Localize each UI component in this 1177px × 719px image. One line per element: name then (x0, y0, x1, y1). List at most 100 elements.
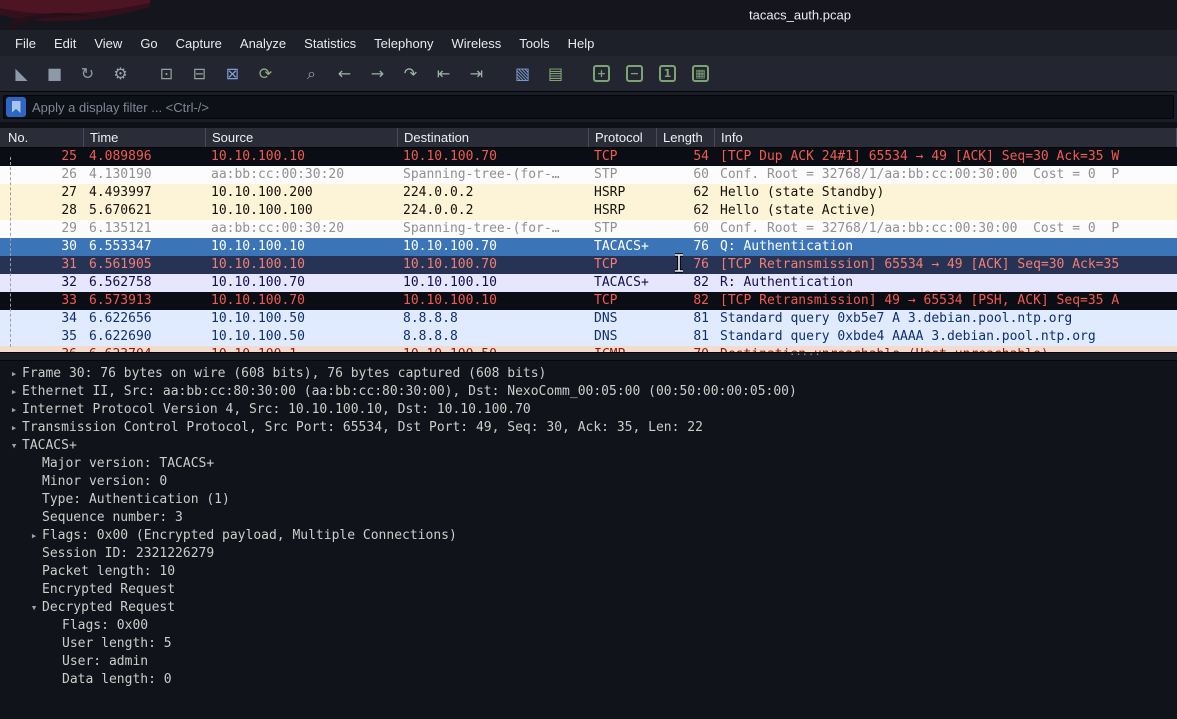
cell-source: 10.10.100.100 (206, 202, 398, 220)
zoom-out-button[interactable]: − (621, 61, 648, 87)
colorize-packets-icon: ▧ (515, 64, 530, 83)
cell-info: Conf. Root = 32768/1/aa:bb:cc:00:30:00 C… (715, 220, 1177, 238)
menu-telephony[interactable]: Telephony (365, 32, 442, 55)
filter-bookmark-button[interactable] (6, 97, 26, 117)
detail-line[interactable]: Flags: 0x00 (0, 617, 1177, 635)
cell-time: 6.573913 (84, 292, 206, 310)
detail-line[interactable]: Data length: 0 (0, 671, 1177, 689)
packet-row-31[interactable]: 316.56190510.10.100.1010.10.100.70TCP76[… (0, 256, 1177, 274)
cell-destination: 224.0.0.2 (398, 184, 589, 202)
packet-row-34[interactable]: 346.62265610.10.100.508.8.8.8DNS81Standa… (0, 310, 1177, 328)
packet-row-33[interactable]: 336.57391310.10.100.7010.10.100.10TCP82[… (0, 292, 1177, 310)
detail-text: Packet length: 10 (42, 563, 175, 581)
column-header-source[interactable]: Source (206, 128, 398, 147)
expanded-expander-icon[interactable]: ▾ (6, 437, 22, 455)
detail-line[interactable]: User length: 5 (0, 635, 1177, 653)
cell-protocol: DNS (589, 310, 657, 328)
start-capture-button[interactable]: ◣ (8, 61, 35, 87)
menu-help[interactable]: Help (559, 32, 604, 55)
cell-no: 26 (0, 166, 84, 184)
detail-text: Major version: TACACS+ (42, 455, 214, 473)
cell-protocol: TCP (589, 148, 657, 166)
resize-columns-button[interactable]: ▦ (687, 61, 714, 87)
colorize-packets-button[interactable]: ▧ (509, 61, 536, 87)
resize-columns-icon: ▦ (692, 65, 709, 82)
menu-statistics[interactable]: Statistics (295, 32, 365, 55)
detail-line[interactable]: ▾TACACS+ (0, 437, 1177, 455)
cell-length: 60 (657, 166, 715, 184)
cell-info: [TCP Retransmission] 49 → 65534 [PSH, AC… (715, 292, 1177, 310)
go-to-packet-button[interactable]: ↷ (397, 61, 424, 87)
packet-list-header: No.TimeSourceDestinationProtocolLengthIn… (0, 128, 1177, 148)
expander-spacer (46, 653, 62, 671)
column-header-length[interactable]: Length (657, 128, 715, 147)
packet-row-29[interactable]: 296.135121aa:bb:cc:00:30:20Spanning-tree… (0, 220, 1177, 238)
capture-options-button[interactable]: ⚙ (107, 61, 134, 87)
menu-edit[interactable]: Edit (45, 32, 85, 55)
find-packet-button[interactable]: ⌕ (298, 61, 325, 87)
packet-row-26[interactable]: 264.130190aa:bb:cc:00:30:20Spanning-tree… (0, 166, 1177, 184)
pane-splitter[interactable]: ····· (0, 352, 1177, 361)
collapsed-expander-icon[interactable]: ▸ (26, 527, 42, 545)
detail-line[interactable]: ▸Flags: 0x00 (Encrypted payload, Multipl… (0, 527, 1177, 545)
menu-wireless[interactable]: Wireless (442, 32, 510, 55)
main-toolbar: ◣■↻⚙ ⊡⊟⊠⟳ ⌕←→↷⇤⇥ ▧ ▤ +−1 ▦ (0, 56, 1177, 92)
column-header-destination[interactable]: Destination (398, 128, 589, 147)
packet-row-28[interactable]: 285.67062110.10.100.100224.0.0.2HSRP62He… (0, 202, 1177, 220)
packet-row-35[interactable]: 356.62269010.10.100.508.8.8.8DNS81Standa… (0, 328, 1177, 346)
collapsed-expander-icon[interactable]: ▸ (6, 383, 22, 401)
last-packet-button[interactable]: ⇥ (463, 61, 490, 87)
detail-text: Data length: 0 (62, 671, 172, 689)
cell-protocol: HSRP (589, 202, 657, 220)
detail-line[interactable]: Major version: TACACS+ (0, 455, 1177, 473)
detail-line[interactable]: Type: Authentication (1) (0, 491, 1177, 509)
go-back-button[interactable]: ← (331, 61, 358, 87)
wireshark-logo-art (0, 0, 150, 30)
stop-capture-button[interactable]: ■ (41, 61, 68, 87)
menu-tools[interactable]: Tools (510, 32, 558, 55)
menu-view[interactable]: View (85, 32, 131, 55)
auto-scroll-button[interactable]: ▤ (542, 61, 569, 87)
menu-file[interactable]: File (6, 32, 45, 55)
packet-row-32[interactable]: 326.56275810.10.100.7010.10.100.10TACACS… (0, 274, 1177, 292)
reload-file-button[interactable]: ⟳ (252, 61, 279, 87)
column-header-protocol[interactable]: Protocol (589, 128, 657, 147)
go-forward-button[interactable]: → (364, 61, 391, 87)
detail-line[interactable]: ▸Internet Protocol Version 4, Src: 10.10… (0, 401, 1177, 419)
detail-line[interactable]: Packet length: 10 (0, 563, 1177, 581)
cell-length: 81 (657, 310, 715, 328)
detail-line[interactable]: Minor version: 0 (0, 473, 1177, 491)
detail-line[interactable]: Encrypted Request (0, 581, 1177, 599)
open-file-button[interactable]: ⊡ (153, 61, 180, 87)
splitter-grip[interactable]: ····· (790, 349, 822, 358)
cell-destination: 10.10.100.70 (398, 256, 589, 274)
restart-capture-button[interactable]: ↻ (74, 61, 101, 87)
display-filter-input[interactable] (32, 100, 1173, 115)
detail-line[interactable]: ▾Decrypted Request (0, 599, 1177, 617)
menu-analyze[interactable]: Analyze (231, 32, 295, 55)
column-header-info[interactable]: Info (715, 128, 1177, 147)
detail-line[interactable]: ▸Transmission Control Protocol, Src Port… (0, 419, 1177, 437)
detail-line[interactable]: Session ID: 2321226279 (0, 545, 1177, 563)
expanded-expander-icon[interactable]: ▾ (26, 599, 42, 617)
detail-line[interactable]: ▸Frame 30: 76 bytes on wire (608 bits), … (0, 365, 1177, 383)
first-packet-button[interactable]: ⇤ (430, 61, 457, 87)
zoom-100-button[interactable]: 1 (654, 61, 681, 87)
close-file-button[interactable]: ⊠ (219, 61, 246, 87)
collapsed-expander-icon[interactable]: ▸ (6, 401, 22, 419)
collapsed-expander-icon[interactable]: ▸ (6, 365, 22, 383)
collapsed-expander-icon[interactable]: ▸ (6, 419, 22, 437)
save-file-button[interactable]: ⊟ (186, 61, 213, 87)
packet-row-30[interactable]: 306.55334710.10.100.1010.10.100.70TACACS… (0, 238, 1177, 256)
cell-destination: Spanning-tree-(for-… (398, 220, 589, 238)
menu-capture[interactable]: Capture (167, 32, 231, 55)
packet-row-25[interactable]: 254.08989610.10.100.1010.10.100.70TCP54[… (0, 148, 1177, 166)
detail-line[interactable]: ▸Ethernet II, Src: aa:bb:cc:80:30:00 (aa… (0, 383, 1177, 401)
column-header-no[interactable]: No. (0, 128, 84, 147)
zoom-in-button[interactable]: + (588, 61, 615, 87)
menu-go[interactable]: Go (131, 32, 166, 55)
detail-line[interactable]: Sequence number: 3 (0, 509, 1177, 527)
detail-line[interactable]: User: admin (0, 653, 1177, 671)
column-header-time[interactable]: Time (84, 128, 206, 147)
packet-row-27[interactable]: 274.49399710.10.100.200224.0.0.2HSRP62He… (0, 184, 1177, 202)
